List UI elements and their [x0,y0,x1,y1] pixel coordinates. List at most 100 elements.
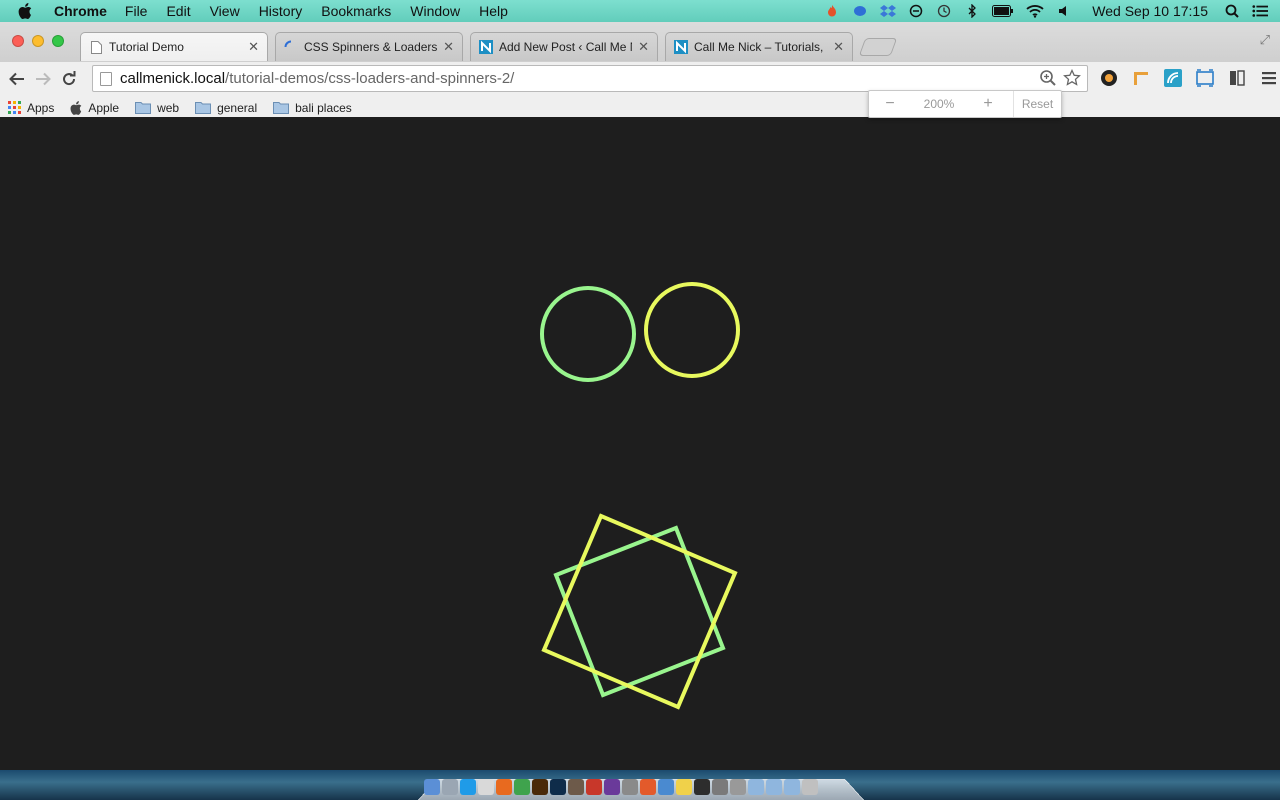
tab-add-new-post[interactable]: Add New Post ‹ Call Me Nic ✕ [470,32,658,61]
photoshop-icon[interactable] [550,779,566,795]
window-minimize-button[interactable] [32,35,44,47]
menubar-clock[interactable]: Wed Sep 10 17:15 [1092,3,1208,19]
window-resizer-extension-icon[interactable] [1194,67,1216,89]
sequel-icon[interactable] [622,779,638,795]
tab-title: Tutorial Demo [109,40,184,54]
zoom-level: 200% [923,97,955,111]
menu-edit[interactable]: Edit [166,3,190,19]
menu-history[interactable]: History [259,3,303,19]
wifi-icon[interactable] [1026,3,1044,19]
callmenick-icon [674,40,688,54]
firefox-icon[interactable] [496,779,512,795]
fire-icon[interactable] [824,3,840,19]
bookmark-label: general [217,100,258,115]
apple-menu-icon[interactable] [18,3,36,19]
notification-center-icon[interactable] [1252,3,1268,19]
menu-window[interactable]: Window [410,3,460,19]
bookmark-star-icon[interactable] [1063,68,1081,91]
utility-icon[interactable] [730,779,746,795]
tab-call-me-nick[interactable]: Call Me Nick – Tutorials, Sn ✕ [665,32,853,61]
illustrator-icon[interactable] [532,779,548,795]
coda-icon[interactable] [658,779,674,795]
color-picker-extension-icon[interactable] [1098,67,1120,89]
menu-app-name[interactable]: Chrome [54,3,107,19]
battery-icon[interactable] [992,3,1014,19]
bluetooth-icon[interactable] [964,3,980,19]
folder-icon [195,101,212,114]
tab-title: Add New Post ‹ Call Me Nic [499,40,632,54]
volume-icon[interactable] [1056,3,1072,19]
folder-stack-icon[interactable] [748,779,764,795]
green-square-loader [553,525,726,698]
page-info-icon[interactable] [100,71,112,86]
filezilla-icon[interactable] [586,779,602,795]
documents-stack-icon[interactable] [784,779,800,795]
browser-toolbar: callmenick.local/tutorial-demos/css-load… [0,62,1280,96]
tab-title: Call Me Nick – Tutorials, Sn [694,40,828,54]
finder-icon[interactable] [424,779,440,795]
apple-icon [70,100,82,115]
trash-icon[interactable] [802,779,818,795]
skype-icon[interactable] [460,779,476,795]
zoom-in-button[interactable]: + [967,95,1009,113]
page-viewport [0,117,1280,770]
elephant-icon[interactable] [852,3,868,19]
zoom-magnifier-icon[interactable] [1039,69,1057,91]
loading-spinner-icon [284,40,298,54]
menu-view[interactable]: View [210,3,240,19]
back-arrow-icon[interactable] [4,66,30,92]
reader-view-extension-icon[interactable] [1226,67,1248,89]
spotlight-search-icon[interactable] [1224,3,1240,19]
bookmark-folder-web[interactable]: web [135,101,179,115]
chrome-menu-icon[interactable] [1258,67,1280,89]
dropbox-icon[interactable] [880,3,897,19]
bookmark-folder-bali-places[interactable]: bali places [273,101,352,115]
window-controls [12,35,64,47]
forward-arrow-icon[interactable] [30,66,56,92]
page-icon [89,40,103,54]
preferences-icon[interactable] [712,779,728,795]
yellow-square-loader [541,513,738,710]
tab-close-icon[interactable]: ✕ [833,39,844,55]
callmenick-icon [479,40,493,54]
zoom-popup: − 200% + Reset [868,90,1062,118]
window-zoom-button[interactable] [52,35,64,47]
window-close-button[interactable] [12,35,24,47]
reload-icon[interactable] [56,66,82,92]
bookmark-label: Apple [88,100,120,115]
wave-extension-icon[interactable] [1162,67,1184,89]
bookmark-apps[interactable]: Apps [8,101,54,115]
ruler-extension-icon[interactable] [1130,67,1152,89]
zoom-out-button[interactable]: − [869,95,911,113]
menu-bookmarks[interactable]: Bookmarks [321,3,391,19]
safari-icon[interactable] [478,779,494,795]
zoom-reset-button[interactable]: Reset [1013,91,1061,117]
downloads-stack-icon[interactable] [766,779,782,795]
tab-tutorial-demo[interactable]: Tutorial Demo ✕ [80,32,268,61]
dock-icons [424,779,818,795]
new-tab-button[interactable] [858,38,898,56]
address-bar[interactable]: callmenick.local/tutorial-demos/css-load… [92,65,1088,92]
terminal-icon[interactable] [694,779,710,795]
bookmark-folder-general[interactable]: general [195,101,257,115]
bookmark-label: web [157,100,180,115]
github-icon[interactable] [604,779,620,795]
time-machine-icon[interactable] [936,3,952,19]
menu-help[interactable]: Help [479,3,508,19]
menu-file[interactable]: File [125,3,148,19]
tab-close-icon[interactable]: ✕ [248,39,259,55]
sync-icon[interactable] [908,3,924,19]
yellow-circle-loader [644,282,740,378]
app-icon[interactable] [568,779,584,795]
fullscreen-icon[interactable]: ⤢ [1260,32,1270,48]
notes-icon[interactable] [676,779,692,795]
launchpad-icon[interactable] [442,779,458,795]
tab-close-icon[interactable]: ✕ [638,39,649,55]
url-path: /tutorial-demos/css-loaders-and-spinners… [225,70,515,87]
tab-close-icon[interactable]: ✕ [443,39,454,55]
chrome-icon[interactable] [514,779,530,795]
bookmark-apple[interactable]: Apple [70,101,119,115]
folder-icon [135,101,152,114]
tab-css-spinners[interactable]: CSS Spinners & Loaders – C ✕ [275,32,463,61]
sparrow-icon[interactable] [640,779,656,795]
